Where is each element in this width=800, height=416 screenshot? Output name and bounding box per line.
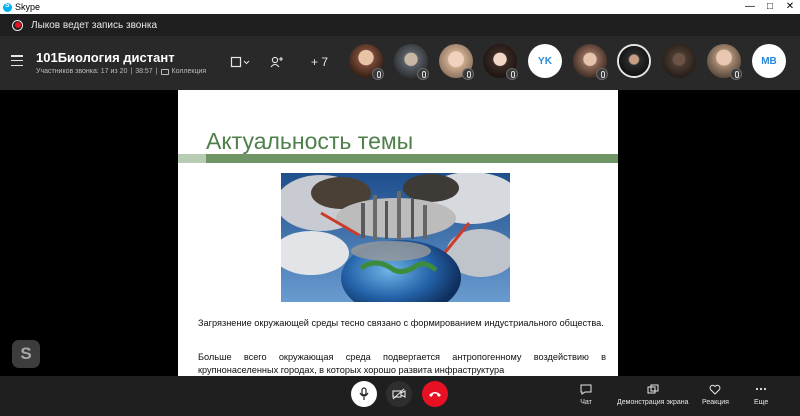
muted-mic-icon — [506, 68, 518, 80]
slide-title: Актуальность темы — [206, 128, 414, 154]
recording-icon — [12, 19, 23, 31]
window-title: Skype — [15, 2, 41, 12]
window-titlebar: Skype — □ ✕ — [0, 0, 800, 14]
participant-avatar[interactable] — [662, 44, 696, 78]
microphone-button[interactable] — [351, 381, 377, 407]
muted-mic-icon — [417, 68, 429, 80]
more-participants-count[interactable]: + 7 — [311, 55, 328, 69]
chat-label: Чат — [580, 399, 592, 406]
chat-button[interactable]: Чат — [580, 384, 592, 406]
add-person-icon — [270, 56, 283, 68]
participant-avatar-active[interactable] — [617, 44, 651, 78]
participants-count: Участников звонка: 17 из 20 — [36, 68, 128, 75]
more-options-button[interactable]: Еще — [754, 384, 768, 406]
screen-share-icon — [647, 384, 659, 394]
call-controls-bar: Чат Демонстрация экрана Реакция Еще — [0, 376, 800, 416]
microphone-icon — [359, 387, 369, 400]
layout-button[interactable] — [230, 56, 250, 71]
call-duration: 38:57 — [135, 68, 153, 75]
muted-mic-icon — [596, 68, 608, 80]
participant-avatar-initials[interactable]: YK — [528, 44, 562, 78]
slide-title-underline-dark — [206, 154, 618, 163]
pollution-earth-image — [281, 173, 510, 302]
frame-icon — [230, 56, 250, 68]
call-title: 101Биология дистант — [36, 50, 175, 65]
camera-off-icon — [392, 388, 406, 400]
slide-paragraph: Больше всего окружающая среда подвергает… — [198, 352, 606, 375]
recording-banner: Лыков ведет запись звонка — [0, 14, 800, 36]
end-call-button[interactable] — [422, 381, 448, 407]
more-label: Еще — [754, 399, 769, 406]
window-controls: — □ ✕ — [740, 0, 800, 14]
hang-up-icon — [429, 392, 441, 397]
more-dots-icon — [756, 387, 767, 391]
skype-logo: S — [12, 340, 40, 368]
slide-paragraph: Загрязнение окружающей среды тесно связа… — [198, 318, 604, 328]
menu-icon[interactable] — [11, 55, 23, 66]
screen-share-button[interactable]: Демонстрация экрана — [617, 384, 689, 406]
subtitle-separator: | — [155, 68, 158, 75]
add-participant-button[interactable] — [270, 56, 284, 71]
shared-screen-area: Актуальность темы Загрязнение окружающей… — [0, 90, 800, 376]
chat-icon — [580, 384, 592, 395]
maximize-button[interactable]: □ — [760, 0, 780, 14]
collection-label[interactable]: Коллекция — [172, 68, 207, 75]
presentation-slide: Актуальность темы Загрязнение окружающей… — [178, 90, 618, 376]
close-window-button[interactable]: ✕ — [780, 0, 800, 14]
heart-icon — [710, 384, 721, 395]
reaction-button[interactable]: Реакция — [702, 384, 729, 406]
subtitle-separator: | — [130, 68, 133, 75]
collection-icon — [160, 68, 169, 75]
reaction-label: Реакция — [702, 399, 729, 406]
minimize-button[interactable]: — — [740, 0, 760, 14]
camera-toggle-button[interactable] — [386, 381, 412, 407]
skype-app-icon — [3, 2, 12, 12]
screen-share-label: Демонстрация экрана — [617, 399, 689, 406]
call-subtitle: Участников звонка: 17 из 20 | 38:57 | Ко… — [36, 68, 206, 75]
muted-mic-icon — [372, 68, 384, 80]
muted-mic-icon — [730, 68, 742, 80]
recording-text: Лыков ведет запись звонка — [31, 19, 158, 31]
muted-mic-icon — [462, 68, 474, 80]
participant-avatar-initials[interactable]: MB — [752, 44, 786, 78]
